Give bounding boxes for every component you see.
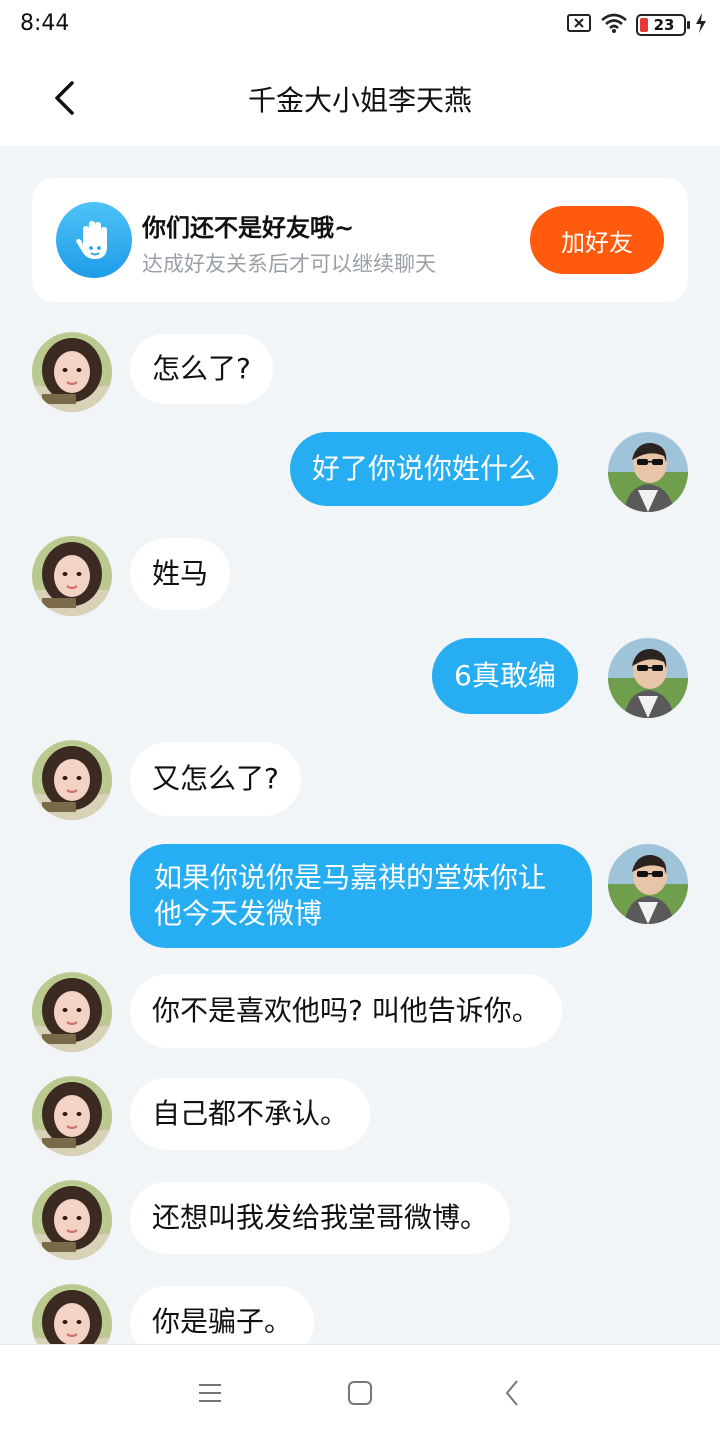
chat-header: 千金大小姐李天燕 (0, 50, 720, 146)
message-bubble-incoming[interactable]: 自己都不承认。 (130, 1078, 371, 1150)
message-bubble-incoming[interactable]: 还想叫我发给我堂哥微博。 (130, 1182, 511, 1254)
contact-avatar[interactable] (32, 972, 112, 1052)
message-bubble-incoming[interactable]: 怎么了? (130, 334, 273, 404)
home-icon (348, 1381, 372, 1405)
message-bubble-incoming[interactable]: 你不是喜欢他吗? 叫他告诉你。 (130, 974, 562, 1048)
user-avatar[interactable] (608, 432, 688, 512)
contact-avatar[interactable] (32, 740, 112, 820)
message-bubble-incoming[interactable]: 姓马 (130, 538, 231, 610)
contact-avatar[interactable] (32, 1180, 112, 1260)
status-bar: 8:44 23 (0, 0, 720, 50)
user-avatar[interactable] (608, 844, 688, 924)
home-button[interactable] (340, 1375, 380, 1411)
add-friend-card: 你们还不是好友哦~ 达成好友关系后才可以继续聊天 加好友 (32, 178, 688, 302)
message-bubble-incoming[interactable]: 又怎么了? (130, 742, 301, 816)
battery-level: 23 (653, 16, 675, 34)
battery-icon: 23 (636, 14, 690, 36)
message-bubble-outgoing[interactable]: 如果你说你是马嘉祺的堂妹你让他今天发微博 (130, 844, 592, 948)
not-friends-title: 你们还不是好友哦~ (142, 214, 355, 242)
status-time: 8:44 (20, 11, 70, 36)
system-nav-bar (0, 1344, 720, 1440)
sim-disabled-icon (566, 12, 592, 38)
message-bubble-outgoing[interactable]: 6真敢编 (432, 638, 578, 714)
contact-avatar[interactable] (32, 332, 112, 412)
charging-icon (694, 12, 708, 38)
menu-icon (199, 1384, 221, 1402)
add-friend-button[interactable]: 加好友 (530, 206, 664, 274)
nav-back-button[interactable] (492, 1375, 532, 1411)
wifi-icon (600, 12, 628, 38)
back-icon (505, 1380, 518, 1406)
status-icons: 23 (566, 12, 708, 38)
message-bubble-outgoing[interactable]: 好了你说你姓什么 (290, 432, 559, 506)
recent-apps-button[interactable] (190, 1375, 230, 1411)
page-title: 千金大小姐李天燕 (247, 84, 472, 117)
contact-avatar[interactable] (32, 1076, 112, 1156)
contact-avatar[interactable] (32, 536, 112, 616)
not-friends-subtitle: 达成好友关系后才可以继续聊天 (142, 252, 436, 276)
user-avatar[interactable] (608, 638, 688, 718)
waving-hand-icon (56, 202, 132, 278)
